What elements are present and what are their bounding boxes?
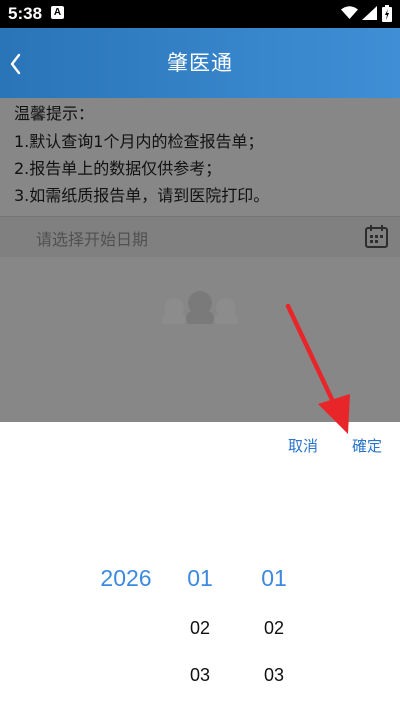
chevron-left-icon <box>10 53 21 75</box>
day-wheel[interactable]: 01 02 03 <box>249 422 299 710</box>
modal-overlay[interactable] <box>0 98 400 422</box>
day-selected[interactable]: 01 <box>249 565 299 592</box>
wifi-icon <box>341 6 358 19</box>
month-wheel[interactable]: 01 02 03 <box>175 422 225 710</box>
year-selected[interactable]: 2026 <box>90 565 162 592</box>
page-title: 肇医通 <box>167 51 233 75</box>
app-header: 肇医通 <box>0 28 400 98</box>
month-selected[interactable]: 01 <box>175 565 225 592</box>
confirm-button[interactable]: 確定 <box>352 435 382 456</box>
year-wheel[interactable]: 2026 <box>90 422 162 710</box>
status-time: 5:38 <box>8 4 43 23</box>
date-picker-sheet: 取消 確定 2026 01 02 03 01 02 03 <box>0 422 400 710</box>
month-option[interactable]: 02 <box>175 618 225 639</box>
month-option[interactable]: 03 <box>175 665 225 686</box>
signal-icon <box>362 6 377 20</box>
battery-charging-icon <box>382 5 392 22</box>
status-bar: 5:38 A <box>0 0 400 28</box>
back-button[interactable] <box>0 28 40 98</box>
day-option[interactable]: 02 <box>249 618 299 639</box>
day-option[interactable]: 03 <box>249 665 299 686</box>
notification-app-icon: A <box>51 6 64 19</box>
empty-state-people-icon <box>162 291 238 324</box>
